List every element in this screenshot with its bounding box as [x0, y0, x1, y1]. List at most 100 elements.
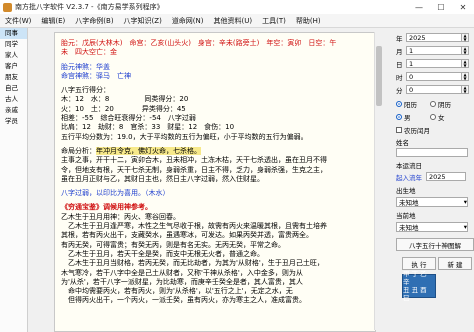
wuxing-chart-button[interactable]: 八字五行十神图解	[396, 238, 474, 251]
scrollbar-thumb[interactable]	[376, 46, 382, 106]
text-line: 乙木生于丑月逢严寒，木性之生气尽收于根，故需有丙火来温暖其根，且需有土培养	[61, 222, 327, 231]
birthplace-row: 未知地 ▾	[396, 196, 468, 207]
hour-label: 时	[396, 73, 403, 82]
tile-branches: 丑 丑 酉 巳	[403, 286, 427, 302]
hour-row: 时 0 ▲ ▼	[396, 71, 469, 82]
text-line: 胎元：戊辰(大林木) 命宫：乙亥(山头火) 身宫：辛未(路旁土) 年空：寅卯 日…	[61, 39, 337, 47]
window-controls: — ☐ ✕	[408, 3, 474, 12]
hour-spinner[interactable]: ▲ ▼	[462, 72, 469, 81]
nav-item[interactable]: 学员	[0, 116, 27, 127]
birthplace-label-row: 出生地	[396, 184, 416, 195]
menu-file[interactable]: 文件(W)	[0, 16, 36, 26]
text-line: 为'从杀'，若干八字一派财星，为比劫寒，而庚辛壬癸全是者，其人富贵，其人	[61, 277, 303, 286]
text-line: 未 四大空亡：金	[61, 48, 117, 57]
text-line: 其根，若有丙火出干，支藏癸水，虽遇寒冰，可发达。如果丙癸并透，富贵两全。	[61, 231, 313, 240]
chevron-down-icon: ▾	[463, 222, 467, 231]
birthplace-select[interactable]: 未知地 ▾	[396, 196, 468, 207]
highlighted-text: 年冲月令克，佛灯火命，七杀格。	[96, 146, 201, 155]
bazi-tile[interactable]: 甲 丁 乙 辛 丑 丑 酉 巳	[402, 270, 436, 302]
nav-item[interactable]: 自己	[0, 83, 27, 94]
year-start-label: 本运流日	[396, 161, 422, 170]
current-place-label: 当前地	[396, 211, 416, 220]
birth-input-panel: 年 2025 ▲ ▼ 月 1 ▲ ▼ 日 1 ▲ ▼ 时 0 ▲ ▼ 分 0 ▲ ▼ 阳历…	[396, 28, 474, 332]
birthplace-label: 出生地	[396, 186, 416, 195]
text-line: 乙木生于丑月，若天干全是癸，而支中无根无火者，普通之命。	[61, 249, 264, 258]
text-line: 乙木生于丑月用神：丙火、寒谷回春。	[61, 212, 180, 221]
minimize-icon[interactable]: —	[408, 3, 430, 12]
day-input[interactable]: 1	[406, 59, 462, 68]
execute-button[interactable]: 执 行	[402, 257, 436, 270]
nav-item[interactable]: 同学	[0, 39, 27, 50]
day-label: 日	[396, 60, 403, 69]
text-line: 但得丙火出干，一个丙火，一派壬癸，虽有丙火，亦为寒主之人，准成富贵。	[61, 296, 306, 305]
month-input[interactable]: 1	[406, 46, 462, 55]
leap-month-label: 农历闰月	[404, 126, 430, 135]
close-icon[interactable]: ✕	[452, 3, 474, 12]
minute-spinner[interactable]: ▲ ▼	[462, 85, 469, 94]
text-line: 有丙无癸，可得富贵；有癸无丙，则是有名无实。无丙无癸，平常之命。	[61, 240, 285, 249]
text-line: 相差：-55 综合旺衰得分：-54 八字过弱	[61, 114, 196, 123]
menu-bazi-knowledge[interactable]: 八字知识(Z)	[119, 16, 167, 26]
solar-label: 阳历	[404, 100, 417, 109]
nav-item[interactable]: 亲戚	[0, 105, 27, 116]
text-line: 命局分析：年冲月令克，佛灯火命，七杀格。	[55, 146, 375, 156]
menu-edit[interactable]: 编辑(E)	[36, 16, 70, 26]
text-line: 比肩：12 劫财：8 官杀：33 财星：12 食伤：10	[61, 123, 235, 132]
month-label: 月	[396, 47, 403, 56]
name-label-row: 姓名	[396, 136, 409, 147]
tile-stems: 甲 丁 乙 辛	[403, 270, 427, 286]
text-line: 乙木生于丑月当财格，若丙无癸，而无比劫者，为其为'从财格'，生于丑月己土旺，	[61, 259, 324, 268]
menu-other[interactable]: 其他资料(U)	[209, 16, 258, 26]
nav-item[interactable]: 家人	[0, 50, 27, 61]
name-input[interactable]	[396, 148, 468, 157]
female-label: 女	[438, 113, 445, 122]
analysis-text-panel[interactable]: 胎元：戊辰(大林木) 命宫：乙亥(山头火) 身宫：辛未(路旁土) 年空：寅卯 日…	[54, 32, 376, 332]
category-list: 同事 同学 家人 客户 朋友 自己 古人 亲戚 学员	[0, 28, 28, 332]
menu-help[interactable]: 帮助(H)	[291, 16, 326, 26]
year-label: 年	[396, 34, 403, 43]
year-start-row: 本运流日	[396, 159, 422, 170]
flow-year-row: 起入流年 2025	[396, 171, 466, 182]
nav-item[interactable]: 同事	[0, 28, 27, 39]
leap-month-checkbox[interactable]	[396, 126, 402, 133]
text-line: 八字过弱，以印比为喜用。（木水）	[61, 189, 170, 198]
name-row	[396, 147, 468, 158]
menu-daoming[interactable]: 道命网(N)	[167, 16, 209, 26]
text-line: 木气寒冷，若干八字中全是己土从财者，又称'干神从杀格'，入中金多，则为从	[61, 268, 303, 277]
new-button[interactable]: 新 建	[438, 257, 472, 270]
window-title: 南方批八字软件 V2.3.7 -《南方易学系列程序》	[15, 3, 164, 11]
female-radio[interactable]	[430, 113, 436, 120]
year-spinner[interactable]: ▲ ▼	[462, 33, 469, 42]
menu-bazi-cases[interactable]: 八字命例(B)	[70, 16, 118, 26]
hour-input[interactable]: 0	[406, 72, 462, 81]
flow-year-label[interactable]: 起入流年	[396, 172, 426, 182]
text-line: 虽在丑月正财与乙，其财日主也，然日主八字过弱，然入住财星。	[61, 174, 264, 183]
minute-label: 分	[396, 86, 403, 95]
app-icon	[3, 2, 12, 12]
minute-row: 分 0 ▲ ▼	[396, 84, 469, 95]
nav-item[interactable]: 客户	[0, 61, 27, 72]
text-line: 五行平均分数为：19.0，大于平均数的五行为偏旺，小于平均数的五行为偏弱。	[61, 132, 308, 141]
minute-input[interactable]: 0	[406, 85, 462, 94]
text-line: 胎元神煞：华盖	[61, 62, 110, 71]
gender-row: 男 女	[396, 111, 445, 122]
day-spinner[interactable]: ▲ ▼	[462, 59, 469, 68]
text-line: 命宫神煞：驿马 亡神	[61, 71, 131, 80]
maximize-icon[interactable]: ☐	[430, 3, 452, 12]
text-line: 主事之事，开干十二，寅卯合木，丑未相冲，土冻木枯，天干七杀透出，虽在丑月不得	[61, 156, 327, 165]
current-place-select[interactable]: 未知地 ▾	[396, 221, 468, 232]
male-radio[interactable]	[396, 113, 402, 120]
menu-tools[interactable]: 工具(T)	[257, 16, 291, 26]
flow-year-input[interactable]: 2025	[426, 172, 466, 181]
nav-item[interactable]: 古人	[0, 94, 27, 105]
vertical-scrollbar[interactable]	[374, 32, 383, 330]
current-place-value: 未知地	[399, 223, 419, 232]
nav-item[interactable]: 朋友	[0, 72, 27, 83]
solar-radio[interactable]	[396, 100, 402, 107]
day-row: 日 1 ▲ ▼	[396, 58, 469, 69]
text-segment: 命局分析：	[61, 146, 96, 155]
year-input[interactable]: 2025	[406, 33, 462, 42]
text-line: 令，但地支有根，天干七杀无制，身弱杀重，日主不得，乏力，身弱杀强，生克之主，	[61, 165, 327, 174]
lunar-radio[interactable]	[430, 100, 436, 107]
month-spinner[interactable]: ▲ ▼	[462, 46, 469, 55]
